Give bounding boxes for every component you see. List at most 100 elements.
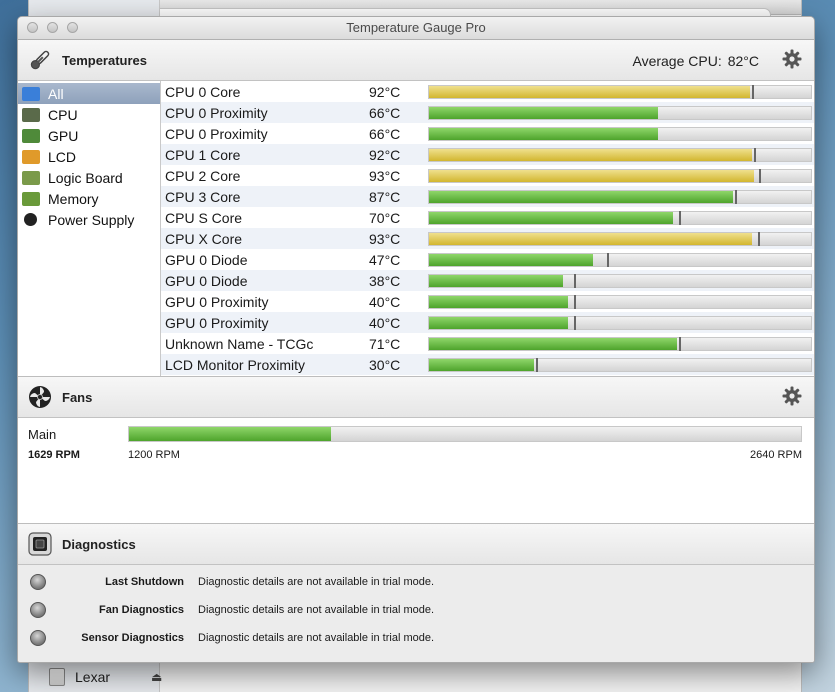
sensor-row[interactable]: CPU X Core 93°C (161, 228, 814, 249)
sensor-name: GPU 0 Diode (165, 273, 248, 289)
sensor-name: GPU 0 Diode (165, 252, 248, 268)
diagnostics-title: Diagnostics (62, 537, 136, 552)
sensor-row[interactable]: CPU 3 Core 87°C (161, 186, 814, 207)
category-icon (22, 170, 40, 185)
status-light-icon (30, 602, 46, 618)
temperature-gauge-window: Temperature Gauge Pro Temperatures Avera… (17, 16, 815, 663)
window-title: Temperature Gauge Pro (346, 20, 486, 35)
sensor-temperature-bar (428, 211, 812, 225)
fans-panel: Main 1629 RPM 1200 RPM 2640 RPM (18, 418, 814, 524)
sidebar-item-gpu[interactable]: GPU (18, 125, 160, 146)
sensor-row[interactable]: CPU 0 Core 92°C (161, 81, 814, 102)
sensor-value: 87°C (369, 189, 401, 205)
sidebar-item-memory[interactable]: Memory (18, 188, 160, 209)
sensor-row[interactable]: CPU 0 Proximity 66°C (161, 102, 814, 123)
sensor-bar-fill (429, 317, 569, 329)
status-light-icon (30, 630, 46, 646)
temperatures-settings-gear-icon[interactable] (782, 49, 802, 69)
fan-max-rpm: 2640 RPM (750, 449, 802, 461)
sensor-temperature-bar (428, 169, 812, 183)
sensor-value: 93°C (369, 231, 401, 247)
sensor-bar-fill (429, 212, 674, 224)
sidebar-item-logic-board[interactable]: Logic Board (18, 167, 160, 188)
sensor-temperature-bar (428, 316, 812, 330)
fans-settings-gear-icon[interactable] (782, 386, 802, 406)
sensor-name: CPU 0 Proximity (165, 126, 268, 142)
sensor-max-marker (679, 211, 682, 225)
sensor-bar-fill (429, 254, 594, 266)
sensor-row[interactable]: GPU 0 Diode 38°C (161, 270, 814, 291)
sidebar-item-label: Power Supply (48, 211, 135, 228)
sensor-value: 70°C (369, 210, 401, 226)
eject-icon[interactable]: ⏏ (151, 670, 162, 684)
sensor-value: 93°C (369, 168, 401, 184)
fan-min-rpm: 1200 RPM (128, 449, 180, 461)
sensor-value: 66°C (369, 105, 401, 121)
sensor-value: 92°C (369, 84, 401, 100)
sensor-value: 40°C (369, 315, 401, 331)
sidebar-item-label: LCD (48, 148, 77, 165)
sensor-name: CPU 0 Core (165, 84, 241, 100)
sensor-row[interactable]: CPU S Core 70°C (161, 207, 814, 228)
sensor-temperature-bar (428, 127, 812, 141)
drive-icon (49, 668, 65, 686)
temperatures-panel: All CPU GPU LCD Logic Board Memory Power Suppl… (18, 81, 814, 377)
fan-speed-fill (129, 427, 331, 441)
sidebar-item-cpu[interactable]: CPU (18, 104, 160, 125)
diagnostic-detail: Diagnostic details are not available in … (198, 604, 435, 616)
sensor-temperature-bar (428, 358, 812, 372)
sensor-row[interactable]: CPU 0 Proximity 66°C (161, 123, 814, 144)
sensor-row[interactable]: GPU 0 Diode 47°C (161, 249, 814, 270)
sensor-bar-fill (429, 170, 754, 182)
sidebar-item-power-supply[interactable]: Power Supply (18, 209, 160, 230)
fan-current-rpm: 1629 RPM (28, 449, 80, 461)
sensor-bar-fill (429, 359, 535, 371)
sensor-max-marker (757, 232, 760, 246)
fan-speed-bar (128, 426, 802, 442)
sensor-bar-fill (429, 149, 752, 161)
sensor-value: 66°C (369, 126, 401, 142)
sensor-max-marker (606, 253, 609, 267)
sensor-max-marker (574, 274, 577, 288)
sensor-bar-fill (429, 275, 563, 287)
sidebar-item-lcd[interactable]: LCD (18, 146, 160, 167)
sensor-temperature-bar (428, 295, 812, 309)
titlebar: Temperature Gauge Pro (18, 17, 814, 40)
category-icon (24, 213, 37, 226)
sensor-list: CPU 0 Core 92°C CPU 0 Proximity 66°C CPU 0 P… (161, 81, 814, 376)
category-icon (22, 191, 40, 206)
sensor-row[interactable]: Unknown Name - TCGc 71°C (161, 333, 814, 354)
sensor-row[interactable]: LCD Monitor Proximity 30°C (161, 354, 814, 375)
sensor-bar-fill (429, 128, 659, 140)
diagnostic-detail: Diagnostic details are not available in … (198, 576, 435, 588)
average-cpu: Average CPU: 82°C (626, 53, 759, 69)
average-cpu-value: 82°C (727, 53, 759, 69)
sensor-name: CPU 2 Core (165, 168, 241, 184)
sensor-max-marker (759, 169, 762, 183)
sensor-row[interactable]: CPU 1 Core 92°C (161, 144, 814, 165)
sensor-name: CPU 0 Proximity (165, 105, 268, 121)
sensor-name: CPU S Core (165, 210, 243, 226)
sensor-name: CPU 3 Core (165, 189, 241, 205)
sidebar-item-all[interactable]: All (18, 83, 160, 104)
diagnostic-row: Sensor Diagnostics Diagnostic details are… (18, 626, 814, 654)
sidebar-item-lexar[interactable]: Lexar ⏏ (49, 666, 162, 688)
average-cpu-label: Average CPU: (632, 53, 722, 69)
sensor-row[interactable]: GPU 0 Proximity 40°C (161, 312, 814, 333)
sensor-max-marker (574, 316, 577, 330)
sensor-bar-fill (429, 191, 733, 203)
fan-icon (29, 386, 51, 408)
sensor-temperature-bar (428, 85, 812, 99)
diagnostic-row: Last Shutdown Diagnostic details are not … (18, 570, 814, 598)
diagnostic-label: Last Shutdown (105, 576, 184, 588)
sensor-row[interactable]: CPU 2 Core 93°C (161, 165, 814, 186)
category-icon (22, 128, 40, 143)
sensor-temperature-bar (428, 106, 812, 120)
sensor-bar-fill (429, 107, 659, 119)
sensor-row[interactable]: GPU 0 Proximity 40°C (161, 291, 814, 312)
sensor-max-marker (679, 337, 682, 351)
sidebar-item-label: GPU (48, 127, 79, 144)
sensor-temperature-bar (428, 232, 812, 246)
sensor-temperature-bar (428, 190, 812, 204)
temperatures-header: Temperatures Average CPU: 82°C (18, 40, 814, 81)
